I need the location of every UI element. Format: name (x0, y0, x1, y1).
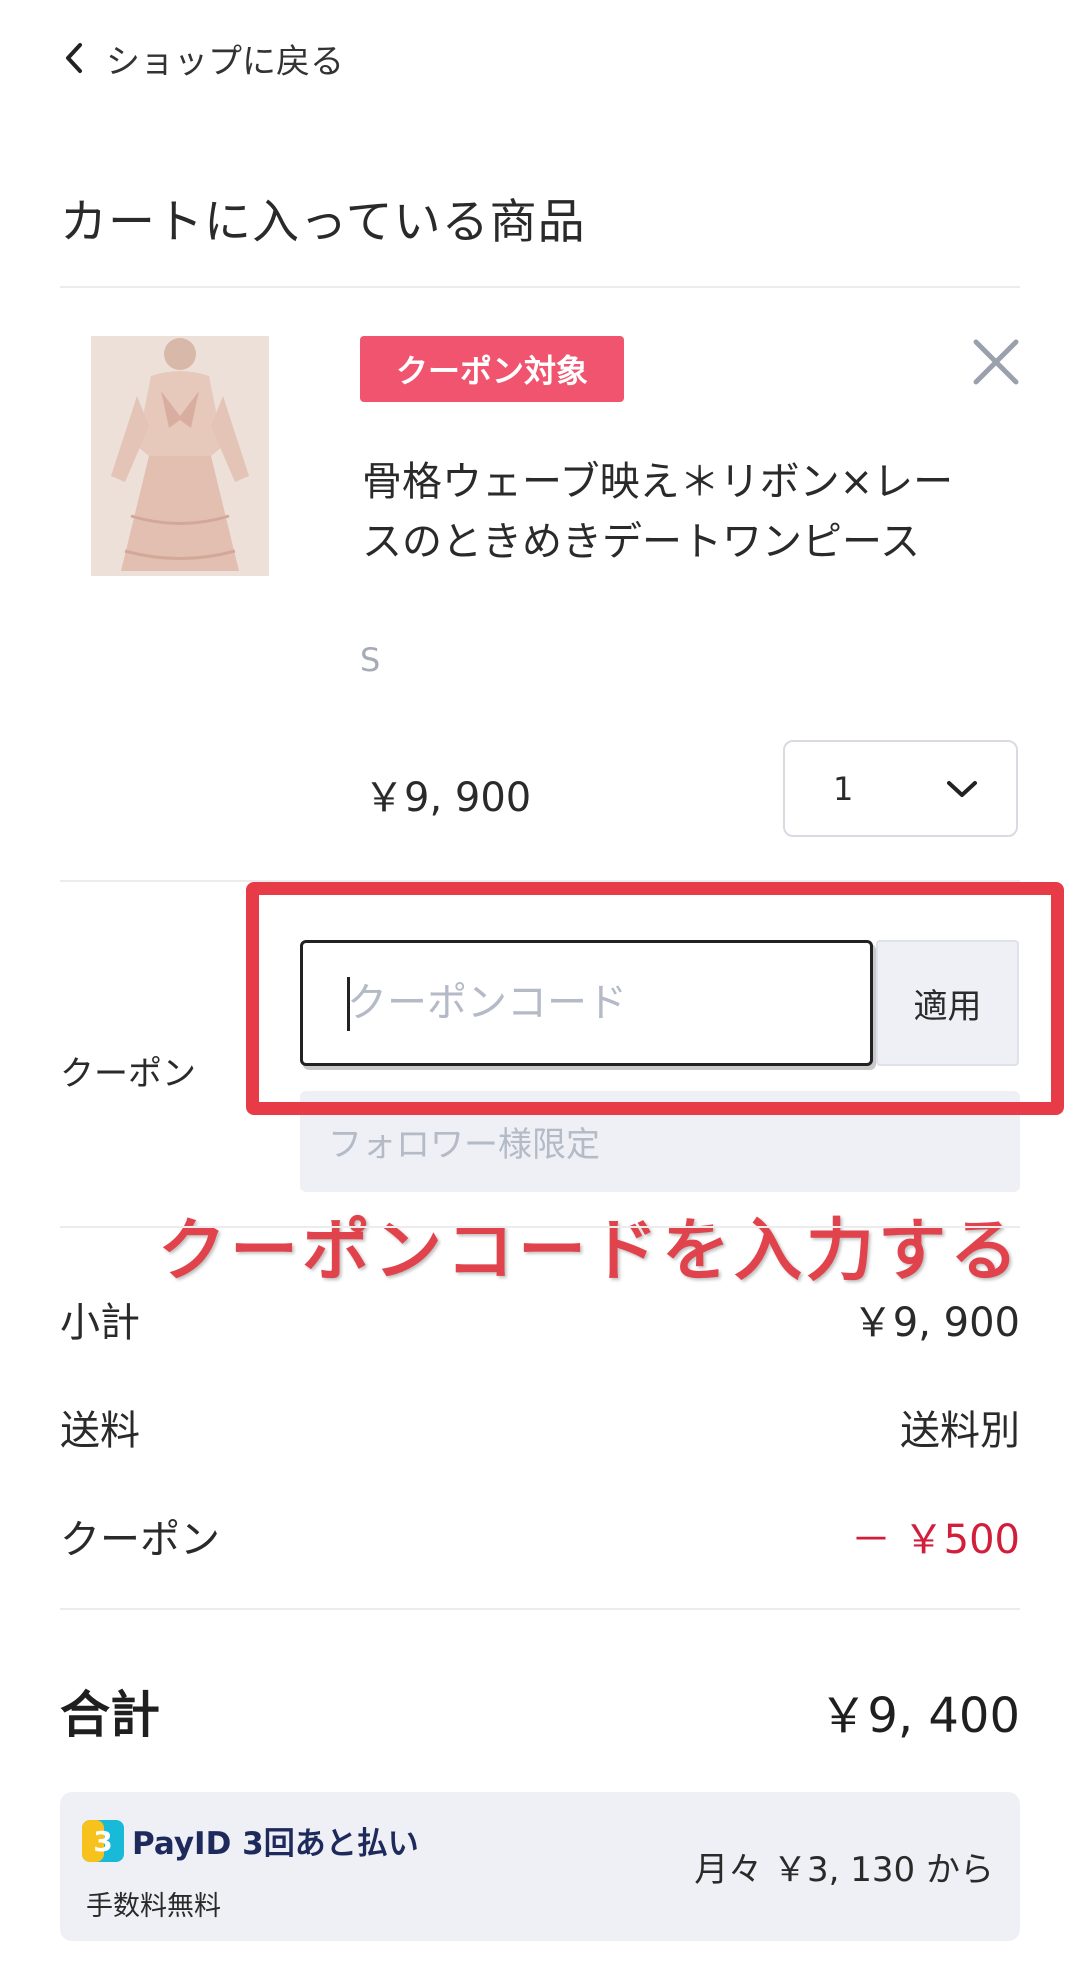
divider (60, 1226, 1020, 1228)
payid-installment-box[interactable]: 3 PayID 3回あと払い 手数料無料 月々 ￥3, 130 から (60, 1792, 1020, 1941)
product-thumbnail[interactable] (91, 336, 269, 576)
product-name[interactable]: 骨格ウェーブ映え＊リボン×レースのときめきデートワンピース (362, 452, 962, 572)
shipping-value: 送料別 (900, 1408, 1020, 1454)
payid-monthly-amount: 月々 ￥3, 130 から (694, 1850, 994, 1890)
total-row: 合計 ￥9, 400 (60, 1675, 1020, 1747)
back-link-label: ショップに戻る (106, 41, 344, 82)
quantity-select[interactable]: 1 (783, 740, 1018, 837)
product-variant: S (360, 641, 381, 679)
subtotal-value: ￥9, 900 (852, 1300, 1020, 1346)
coupon-section-label: クーポン (60, 1054, 196, 1094)
coupon-discount-row: クーポン － ￥500 (60, 1507, 1020, 1565)
subtotal-row: 小計 ￥9, 900 (60, 1290, 1020, 1348)
chevron-left-icon (66, 43, 82, 73)
coupon-discount-label: クーポン (60, 1517, 220, 1563)
annotation-text: クーポンコードを入力する (158, 1212, 1023, 1291)
shipping-row: 送料 送料別 (60, 1398, 1020, 1456)
payid-title: PayID 3回あと払い (132, 1826, 419, 1862)
payid-logo-icon: 3 (82, 1819, 124, 1862)
page-title: カートに入っている商品 (60, 195, 586, 250)
payid-fee-note: 手数料無料 (86, 1891, 221, 1922)
shipping-label: 送料 (60, 1408, 140, 1454)
divider (60, 286, 1020, 288)
divider (60, 1608, 1020, 1610)
chevron-down-icon (947, 780, 977, 797)
total-value: ￥9, 400 (819, 1688, 1020, 1744)
annotation-highlight-box (246, 882, 1064, 1115)
subtotal-label: 小計 (60, 1300, 140, 1346)
close-icon[interactable] (968, 334, 1024, 390)
dress-image (91, 336, 269, 576)
total-label: 合計 (60, 1686, 160, 1744)
quantity-value: 1 (833, 769, 854, 808)
back-to-shop-link[interactable]: ショップに戻る (60, 36, 344, 82)
payid-logo: 3 PayID 3回あと払い (82, 1818, 419, 1863)
product-price: ￥9, 900 (364, 775, 532, 821)
coupon-discount-value: － ￥500 (850, 1517, 1020, 1563)
svg-text:3: 3 (93, 1825, 112, 1858)
coupon-eligible-badge: クーポン対象 (360, 336, 624, 402)
